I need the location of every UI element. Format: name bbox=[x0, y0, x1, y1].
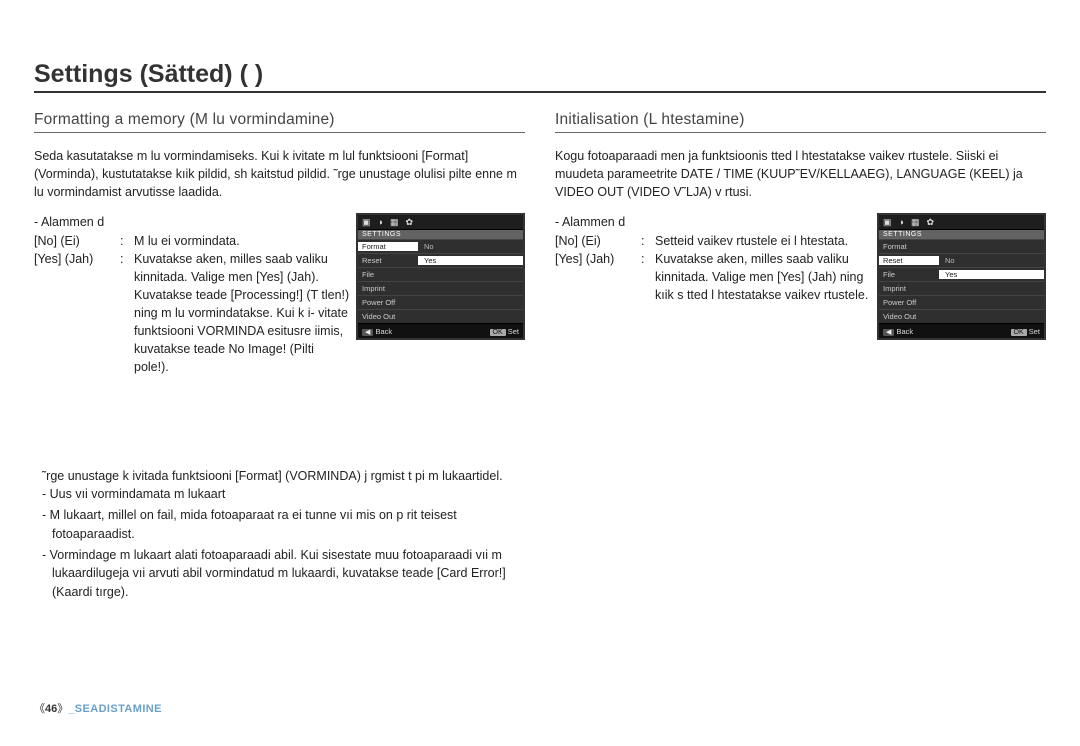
lcd-row-label: Format bbox=[879, 242, 939, 251]
option-sep: : bbox=[641, 232, 649, 250]
ok-icon: OK bbox=[1011, 329, 1027, 336]
option-sep: : bbox=[120, 250, 128, 268]
right-section-heading: Initialisation (L htestamine) bbox=[555, 111, 1046, 133]
lcd-top-icons: ▣ ◑ ▦ ✿ bbox=[879, 215, 1044, 230]
submenu-title: - Alammen d bbox=[555, 213, 871, 231]
right-intro-text: Kogu fotoaparaadi men ja funktsioonis tt… bbox=[555, 147, 1046, 201]
notes-intro: ˜rge unustage k ivitada funktsiooni [For… bbox=[34, 467, 525, 486]
option-key: [Yes] (Jah) bbox=[555, 250, 635, 268]
option-row: [Yes] (Jah) : Kuvatakse aken, milles saa… bbox=[555, 250, 871, 304]
lcd-row: Format No bbox=[358, 239, 523, 253]
lcd-row: Power Off bbox=[358, 295, 523, 309]
option-value: Setteid vaikev rtustele ei l htestata. bbox=[655, 232, 871, 250]
lcd-row-label: Reset bbox=[879, 256, 939, 265]
left-notes-block: ˜rge unustage k ivitada funktsiooni [For… bbox=[34, 467, 525, 602]
page-bracket-close: 》 bbox=[57, 703, 68, 715]
option-value: Kuvatakse aken, milles saab valiku kinni… bbox=[655, 250, 871, 304]
page-footer: 《46》_SEADISTAMINE bbox=[34, 700, 162, 716]
lcd-screenshot-format: ▣ ◑ ▦ ✿ SETTINGS Format No Reset Yes bbox=[356, 213, 525, 340]
lcd-row-label: Reset bbox=[358, 256, 418, 265]
lcd-row: Imprint bbox=[358, 281, 523, 295]
lcd-row: File Yes bbox=[879, 267, 1044, 281]
lcd-row-label: Video Out bbox=[358, 312, 418, 321]
lcd-row: Video Out bbox=[358, 309, 523, 323]
display-icon: ▦ bbox=[390, 218, 399, 227]
back-icon: ◀ bbox=[883, 329, 894, 336]
sound-icon: ◑ bbox=[378, 218, 383, 227]
lcd-footer: ◀ Back OK Set bbox=[358, 323, 523, 338]
option-value: Kuvatakse aken, milles saab valiku kinni… bbox=[134, 250, 350, 377]
option-sep: : bbox=[120, 232, 128, 250]
manual-page: Settings (Sätted) ( ) Formatting a memor… bbox=[0, 0, 1080, 746]
lcd-ok-group: OK Set bbox=[1011, 327, 1040, 336]
lcd-row: Video Out bbox=[879, 309, 1044, 323]
lcd-row-label: Format bbox=[358, 242, 418, 251]
lcd-footer: ◀ Back OK Set bbox=[879, 323, 1044, 338]
lcd-row-value: No bbox=[939, 256, 1044, 265]
option-key: [No] (Ei) bbox=[34, 232, 114, 250]
back-icon: ◀ bbox=[362, 329, 373, 336]
lcd-row: File bbox=[358, 267, 523, 281]
submenu-title: - Alammen d bbox=[34, 213, 350, 231]
ok-label: Set bbox=[508, 327, 519, 336]
back-label: Back bbox=[896, 327, 913, 336]
sound-icon: ◑ bbox=[899, 218, 904, 227]
left-column: Formatting a memory (M lu vormindamine) … bbox=[34, 111, 525, 604]
lcd-row-value: Yes bbox=[939, 270, 1044, 279]
lcd-row: Reset No bbox=[879, 253, 1044, 267]
lcd-banner: SETTINGS bbox=[879, 230, 1044, 239]
page-number: 46 bbox=[45, 703, 57, 715]
lcd-menu-list: Format Reset No File Yes Imprint bbox=[879, 239, 1044, 323]
right-column: Initialisation (L htestamine) Kogu fotoa… bbox=[555, 111, 1046, 604]
option-sep: : bbox=[641, 250, 649, 268]
left-section-heading: Formatting a memory (M lu vormindamine) bbox=[34, 111, 525, 133]
lcd-back-group: ◀ Back bbox=[362, 327, 392, 336]
option-key: [No] (Ei) bbox=[555, 232, 635, 250]
option-row: [No] (Ei) : Setteid vaikev rtustele ei l… bbox=[555, 232, 871, 250]
lcd-row-label: Imprint bbox=[879, 284, 939, 293]
lcd-row: Imprint bbox=[879, 281, 1044, 295]
ok-label: Set bbox=[1029, 327, 1040, 336]
settings-icon: ✿ bbox=[926, 218, 934, 227]
lcd-row-label: File bbox=[358, 270, 418, 279]
lcd-ok-group: OK Set bbox=[490, 327, 519, 336]
lcd-top-icons: ▣ ◑ ▦ ✿ bbox=[358, 215, 523, 230]
option-value: M lu ei vormindata. bbox=[134, 232, 350, 250]
right-content-block: ▣ ◑ ▦ ✿ SETTINGS Format Reset No bbox=[555, 213, 1046, 304]
lcd-row: Power Off bbox=[879, 295, 1044, 309]
settings-icon: ✿ bbox=[405, 218, 413, 227]
lcd-row-label: File bbox=[879, 270, 939, 279]
footer-section: _SEADISTAMINE bbox=[68, 703, 162, 715]
lcd-menu-list: Format No Reset Yes File Imprint bbox=[358, 239, 523, 323]
lcd-row: Format bbox=[879, 239, 1044, 253]
lcd-row-label: Power Off bbox=[358, 298, 418, 307]
lcd-row-label: Imprint bbox=[358, 284, 418, 293]
option-row: [Yes] (Jah) : Kuvatakse aken, milles saa… bbox=[34, 250, 350, 377]
option-row: [No] (Ei) : M lu ei vormindata. bbox=[34, 232, 350, 250]
camera-icon: ▣ bbox=[362, 218, 371, 227]
note-line: - Vormindage m lukaart alati fotoaparaad… bbox=[34, 546, 525, 602]
lcd-banner: SETTINGS bbox=[358, 230, 523, 239]
lcd-row-value: Yes bbox=[418, 256, 523, 265]
page-bracket-open: 《 bbox=[34, 703, 45, 715]
back-label: Back bbox=[375, 327, 392, 336]
left-content-block: ▣ ◑ ▦ ✿ SETTINGS Format No Reset Yes bbox=[34, 213, 525, 376]
note-line: - M lukaart, millel on fail, mida fotoap… bbox=[34, 506, 525, 544]
two-column-layout: Formatting a memory (M lu vormindamine) … bbox=[34, 111, 1046, 604]
lcd-row-label: Power Off bbox=[879, 298, 939, 307]
left-intro-text: Seda kasutatakse m lu vormindamiseks. Ku… bbox=[34, 147, 525, 201]
lcd-row-value: No bbox=[418, 242, 523, 251]
camera-icon: ▣ bbox=[883, 218, 892, 227]
note-line: - Uus vıi vormindamata m lukaart bbox=[34, 485, 525, 504]
lcd-screenshot-reset: ▣ ◑ ▦ ✿ SETTINGS Format Reset No bbox=[877, 213, 1046, 340]
option-key: [Yes] (Jah) bbox=[34, 250, 114, 268]
display-icon: ▦ bbox=[911, 218, 920, 227]
ok-icon: OK bbox=[490, 329, 506, 336]
lcd-row: Reset Yes bbox=[358, 253, 523, 267]
page-title: Settings (Sätted) ( ) bbox=[34, 60, 1046, 93]
lcd-back-group: ◀ Back bbox=[883, 327, 913, 336]
lcd-row-label: Video Out bbox=[879, 312, 939, 321]
